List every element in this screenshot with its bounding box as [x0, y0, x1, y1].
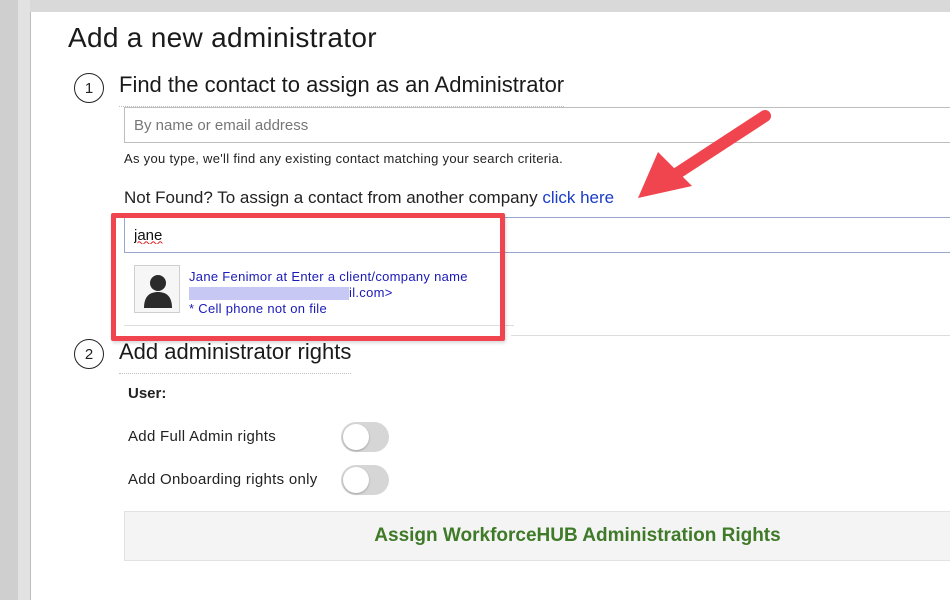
step-2-title: Add administrator rights	[119, 339, 352, 374]
annotation-highlight-box	[111, 213, 505, 341]
contact-search-input[interactable]	[124, 107, 950, 143]
search-hint: As you type, we'll find any existing con…	[124, 151, 564, 166]
annotation-arrow-icon	[638, 110, 771, 198]
top-edge	[30, 0, 950, 12]
full-admin-toggle[interactable]	[341, 422, 389, 452]
onboarding-toggle[interactable]	[341, 465, 389, 495]
user-label: User:	[128, 385, 167, 402]
not-found-text: Not Found? To assign a contact from anot…	[124, 188, 543, 207]
left-edge-inner	[18, 0, 30, 600]
page-title: Add a new administrator	[68, 22, 377, 53]
window-frame: Add a new administrator 1 Find the conta…	[0, 0, 950, 600]
click-here-link[interactable]: click here	[542, 188, 614, 207]
step-1-title: Find the contact to assign as an Adminis…	[119, 72, 565, 107]
left-edge	[0, 0, 18, 600]
toggle-knob	[343, 467, 369, 493]
onboarding-label: Add Onboarding rights only	[128, 471, 318, 488]
toggle-knob	[343, 424, 369, 450]
step-2-badge: 2	[74, 339, 104, 369]
divider	[511, 335, 950, 336]
assign-rights-button[interactable]: Assign WorkforceHUB Administration Right…	[124, 511, 950, 561]
full-admin-label: Add Full Admin rights	[128, 428, 277, 445]
not-found-message: Not Found? To assign a contact from anot…	[124, 188, 614, 208]
step-1-badge: 1	[74, 73, 104, 103]
